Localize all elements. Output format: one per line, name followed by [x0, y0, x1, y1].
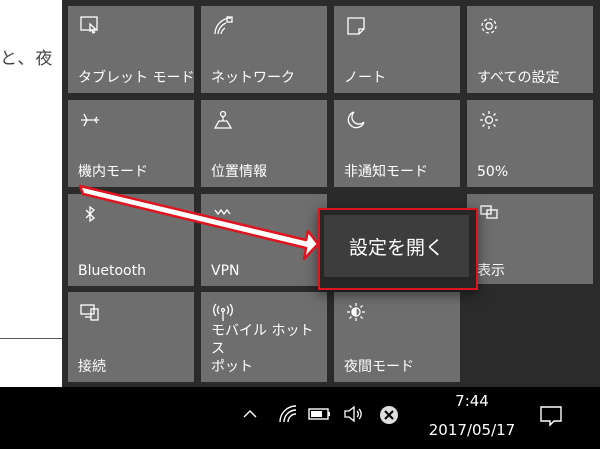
tile-label: 位置情報 — [211, 164, 267, 180]
error-icon[interactable] — [378, 404, 400, 426]
tile-vpn[interactable]: VPN — [201, 194, 327, 286]
gear-icon — [477, 14, 501, 38]
document-divider — [0, 338, 62, 339]
tile-network[interactable]: ネットワーク — [201, 6, 327, 93]
connect-icon — [78, 300, 102, 324]
bluetooth-icon — [78, 202, 102, 226]
network-icon — [211, 14, 235, 38]
project-icon — [477, 202, 501, 226]
tile-label: 50% — [477, 164, 509, 180]
tile-label: タブレット モード — [78, 70, 195, 86]
tile-label: VPN — [211, 263, 240, 279]
tile-mobile-hotspot[interactable]: モバイル ホットス ポット — [201, 292, 327, 382]
tile-label: 機内モード — [78, 164, 148, 180]
tile-quiet-hours[interactable]: 非通知モード — [334, 100, 460, 187]
tile-bluetooth[interactable]: Bluetooth — [68, 194, 194, 286]
tile-tablet-mode[interactable]: タブレット モード — [68, 6, 194, 93]
tile-label: 夜間モード — [344, 359, 414, 375]
open-settings-menu-item[interactable]: 設定を開く — [324, 215, 469, 277]
tile-note[interactable]: ノート — [334, 6, 460, 93]
tablet-mode-icon — [78, 14, 102, 38]
document-text: と、夜 — [0, 49, 54, 69]
hotspot-icon — [211, 300, 235, 324]
wifi-icon[interactable] — [276, 402, 300, 426]
tile-location[interactable]: 位置情報 — [201, 100, 327, 187]
tile-project[interactable]: 表示 — [467, 194, 593, 286]
tile-brightness[interactable]: 50% — [467, 100, 593, 187]
tile-all-settings[interactable]: すべての設定 — [467, 6, 593, 93]
tile-label: ネットワーク — [211, 70, 295, 86]
tile-label: 非通知モード — [344, 164, 428, 180]
tile-label: 接続 — [78, 359, 106, 375]
volume-icon[interactable] — [341, 403, 365, 425]
tile-label: 表示 — [477, 263, 505, 279]
tile-airplane-mode[interactable]: 機内モード — [68, 100, 194, 187]
location-icon — [211, 108, 235, 132]
night-light-icon — [344, 300, 368, 324]
tile-label: すべての設定 — [477, 70, 560, 86]
airplane-icon — [78, 108, 102, 132]
brightness-icon — [477, 108, 501, 132]
taskbar-clock-date[interactable]: 2017/05/17 — [412, 421, 532, 439]
chevron-up-icon[interactable] — [240, 404, 260, 424]
battery-icon[interactable] — [306, 404, 334, 424]
tile-label: モバイル ホットス ポット — [211, 323, 314, 375]
action-center-icon[interactable] — [538, 404, 564, 428]
tile-label: ノート — [344, 70, 386, 86]
vpn-icon — [211, 202, 235, 226]
tile-night-light[interactable]: 夜間モード — [334, 292, 460, 382]
moon-icon — [344, 108, 368, 132]
note-icon — [344, 14, 368, 38]
taskbar-clock-time[interactable]: 7:44 — [432, 392, 512, 410]
tile-connect[interactable]: 接続 — [68, 292, 194, 382]
tile-label: Bluetooth — [78, 263, 146, 279]
panel-empty-area — [466, 284, 600, 387]
